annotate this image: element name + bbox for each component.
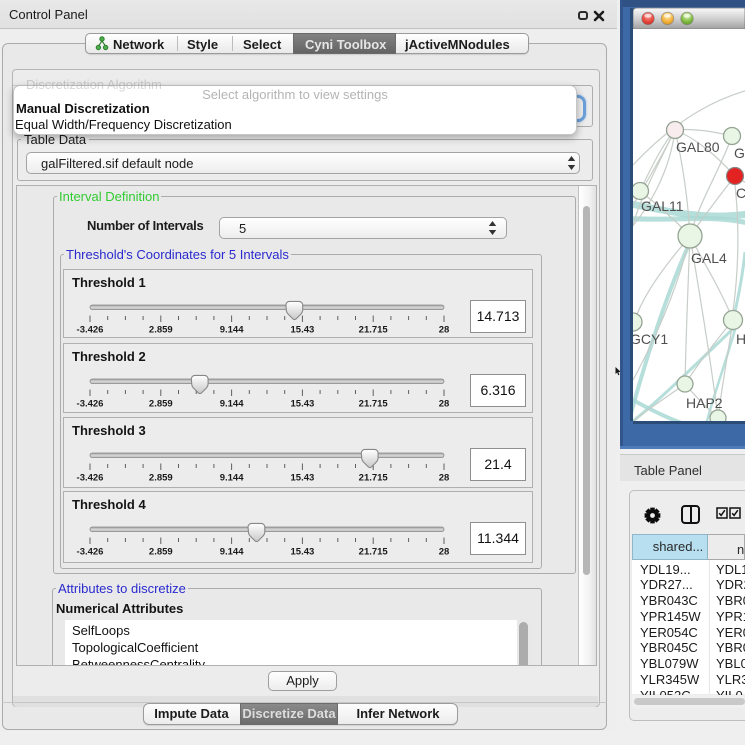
svg-text:H: H (736, 331, 745, 347)
svg-text:GCY1: GCY1 (630, 331, 668, 347)
svg-text:15.43: 15.43 (291, 473, 315, 484)
svg-text:-3.426: -3.426 (77, 325, 104, 336)
svg-text:9.144: 9.144 (220, 399, 244, 410)
svg-text:15.43: 15.43 (291, 547, 315, 558)
svg-text:21.715: 21.715 (359, 399, 389, 410)
svg-text:HAP2: HAP2 (686, 395, 723, 411)
svg-text:21.715: 21.715 (359, 473, 389, 484)
svg-text:-3.426: -3.426 (77, 547, 104, 558)
svg-text:21.715: 21.715 (359, 325, 389, 336)
svg-text:9.144: 9.144 (220, 547, 244, 558)
svg-text:15.43: 15.43 (291, 325, 315, 336)
svg-text:C: C (736, 185, 745, 201)
svg-text:28: 28 (439, 399, 450, 410)
svg-text:28: 28 (439, 547, 450, 558)
svg-text:GAL4: GAL4 (691, 250, 727, 266)
svg-text:GA: GA (734, 145, 745, 161)
svg-text:-3.426: -3.426 (77, 399, 104, 410)
svg-text:28: 28 (439, 325, 450, 336)
svg-text:9.144: 9.144 (220, 325, 244, 336)
svg-text:9.144: 9.144 (220, 473, 244, 484)
svg-text:2.859: 2.859 (149, 399, 173, 410)
svg-text:GAL11: GAL11 (641, 198, 684, 214)
svg-text:21.715: 21.715 (359, 547, 389, 558)
svg-text:2.859: 2.859 (149, 473, 173, 484)
svg-text:2.859: 2.859 (149, 325, 173, 336)
svg-text:15.43: 15.43 (291, 399, 315, 410)
svg-text:28: 28 (439, 473, 450, 484)
svg-text:2.859: 2.859 (149, 547, 173, 558)
svg-text:GAL80: GAL80 (676, 139, 720, 155)
svg-text:-3.426: -3.426 (77, 473, 104, 484)
